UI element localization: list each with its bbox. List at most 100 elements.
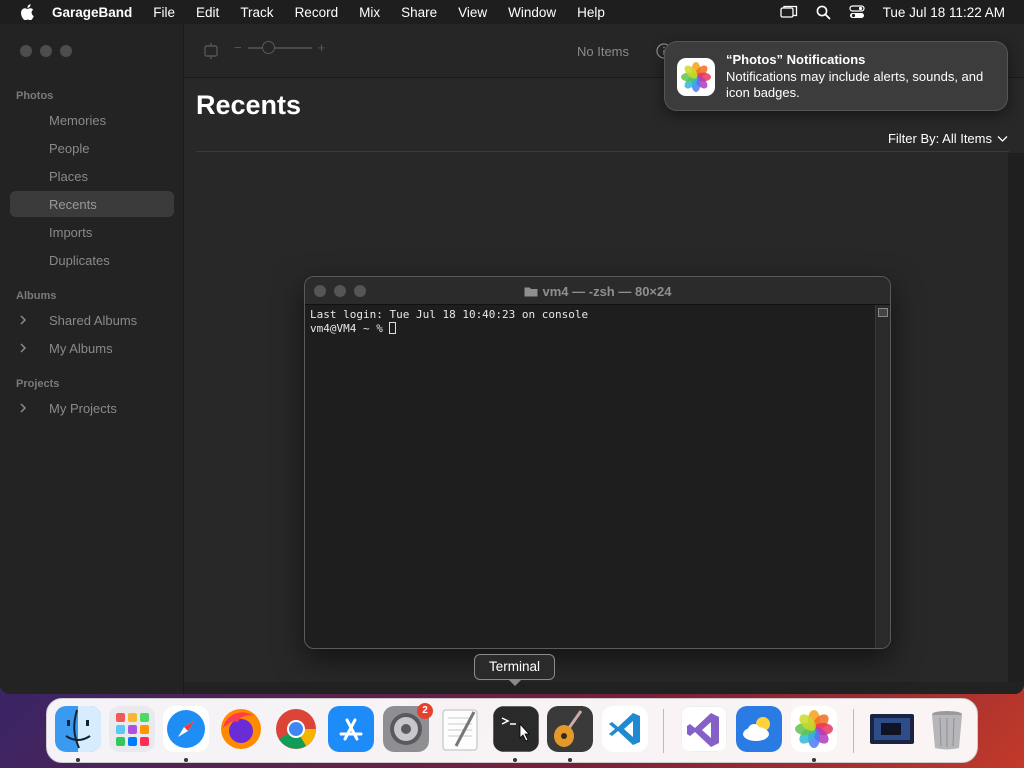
photos-sidebar: Photos Memories People Places Recents Im…: [0, 24, 184, 694]
filter-label: Filter By: All Items: [887, 131, 992, 146]
dock-visual-studio[interactable]: [681, 706, 727, 752]
menu-share[interactable]: Share: [401, 5, 437, 20]
menu-help[interactable]: Help: [577, 5, 605, 20]
running-indicator: [76, 758, 80, 762]
dock-garageband[interactable]: [547, 706, 593, 752]
vscode-icon: [602, 706, 648, 752]
page-title: Recents: [196, 90, 302, 120]
zoom-slider[interactable]: − +: [234, 40, 325, 55]
sidebar-item-label: My Projects: [49, 400, 117, 416]
sidebar-heading-photos: Photos: [16, 90, 54, 102]
chevron-down-icon: [997, 135, 1008, 142]
trash-icon: [932, 711, 962, 750]
sidebar-item-duplicates[interactable]: Duplicates: [10, 247, 174, 273]
screenshot-thumbnail-icon: [870, 714, 914, 744]
sidebar-item-label: Shared Albums: [49, 312, 138, 328]
apple-menu-icon[interactable]: [20, 4, 34, 20]
dock-separator: [853, 709, 854, 753]
sidebar-item-people[interactable]: People: [10, 135, 174, 161]
sidebar-item-my-albums[interactable]: My Albums: [10, 335, 174, 361]
terminal-scrollbar[interactable]: [875, 305, 890, 648]
dock-firefox[interactable]: [218, 706, 264, 752]
running-indicator: [513, 758, 517, 762]
notification-badge: 2: [417, 703, 433, 719]
running-indicator: [568, 758, 572, 762]
guitar-icon: [547, 706, 593, 752]
chrome-icon: [276, 709, 316, 749]
sidebar-item-places[interactable]: Places: [10, 163, 174, 189]
menu-edit[interactable]: Edit: [196, 5, 219, 20]
finder-icon: [55, 706, 101, 752]
menu-app-name[interactable]: GarageBand: [52, 5, 132, 20]
terminal-icon: [493, 706, 539, 752]
sidebar-item-my-projects[interactable]: My Projects: [10, 395, 174, 421]
menu-file[interactable]: File: [153, 5, 175, 20]
photos-flower-icon: [791, 706, 837, 752]
menu-track[interactable]: Track: [240, 5, 273, 20]
dock-launchpad[interactable]: [109, 706, 155, 752]
chevron-right-icon[interactable]: [15, 312, 31, 328]
sidebar-item-recents[interactable]: Recents: [10, 191, 174, 217]
zoom-button[interactable]: [60, 45, 72, 57]
sidebar-item-label: Memories: [49, 112, 107, 128]
menu-window[interactable]: Window: [508, 5, 556, 20]
sidebar-item-memories[interactable]: Memories: [10, 107, 174, 133]
dock-finder[interactable]: [55, 706, 101, 752]
control-center-icon[interactable]: [849, 5, 865, 19]
chevron-right-icon[interactable]: [15, 400, 31, 416]
zoom-track[interactable]: [247, 40, 312, 54]
zoom-out-label: −: [234, 40, 242, 55]
menu-mix[interactable]: Mix: [359, 5, 380, 20]
terminal-window[interactable]: vm4 — -zsh — 80×24 Last login: Tue Jul 1…: [304, 276, 891, 649]
sidebar-heading-albums: Albums: [16, 290, 57, 302]
app-store-icon: [328, 706, 374, 752]
terminal-titlebar[interactable]: vm4 — -zsh — 80×24: [305, 277, 890, 305]
sidebar-item-label: Recents: [49, 196, 97, 212]
terminal-prompt-line: vm4@VM4 ~ %: [310, 322, 588, 336]
horizontal-scrollbar[interactable]: [184, 682, 1024, 694]
spotlight-search-icon[interactable]: [816, 5, 831, 20]
dock-weather[interactable]: [736, 706, 782, 752]
minimize-button[interactable]: [40, 45, 52, 57]
menu-clock[interactable]: Tue Jul 18 11:22 AM: [883, 5, 1005, 20]
dock-vscode[interactable]: [602, 706, 648, 752]
dock-photos[interactable]: [791, 706, 837, 752]
terminal-title: vm4 — -zsh — 80×24: [305, 284, 890, 299]
slideshow-icon[interactable]: [202, 42, 220, 60]
dock-screenshot-thumbnail[interactable]: [869, 706, 915, 752]
notification-body: Notifications may include alerts, sounds…: [726, 69, 984, 100]
notification-title: “Photos” Notifications: [726, 52, 866, 67]
running-indicator: [184, 758, 188, 762]
dock-tooltip: Terminal: [474, 654, 555, 686]
launchpad-icon: [109, 706, 155, 752]
menu-view[interactable]: View: [458, 5, 487, 20]
terminal-output[interactable]: Last login: Tue Jul 18 10:40:23 on conso…: [310, 308, 588, 336]
menu-record[interactable]: Record: [295, 5, 339, 20]
dock-safari[interactable]: [163, 706, 209, 752]
dock-app-store[interactable]: [328, 706, 374, 752]
filter-dropdown[interactable]: Filter By: All Items: [888, 131, 1008, 146]
sidebar-item-label: People: [49, 140, 90, 156]
sidebar-item-label: My Albums: [49, 340, 113, 356]
dock-chrome[interactable]: [273, 706, 319, 752]
dock-terminal[interactable]: [493, 706, 539, 752]
folder-icon: [524, 287, 537, 297]
sidebar-item-imports[interactable]: Imports: [10, 219, 174, 245]
dock-textedit[interactable]: [438, 706, 484, 752]
zoom-knob[interactable]: [261, 40, 275, 54]
terminal-scroll-grip[interactable]: [878, 308, 888, 317]
terminal-line: Last login: Tue Jul 18 10:40:23 on conso…: [310, 308, 589, 321]
close-button[interactable]: [20, 45, 32, 57]
firefox-icon: [221, 709, 261, 749]
sidebar-item-shared-albums[interactable]: Shared Albums: [10, 307, 174, 333]
item-count-label: No Items: [577, 44, 630, 59]
vertical-scrollbar[interactable]: [1008, 153, 1024, 685]
running-indicator: [812, 758, 816, 762]
screen-mirroring-icon[interactable]: [780, 5, 798, 19]
photos-app-icon: [677, 58, 715, 96]
chevron-right-icon[interactable]: [15, 340, 31, 356]
notification-banner[interactable]: “Photos” Notifications Notifications may…: [664, 41, 1008, 111]
dock: 2: [46, 698, 978, 763]
dock-trash[interactable]: [924, 706, 970, 752]
visual-studio-icon: [681, 706, 727, 752]
